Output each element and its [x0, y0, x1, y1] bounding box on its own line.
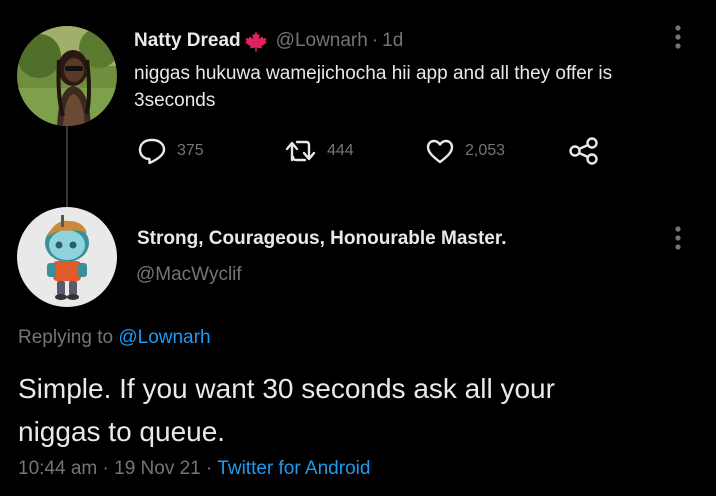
retweet-count: 444: [327, 142, 354, 159]
tweet-meta-line: 10:44 am · 19 Nov 21 · Twitter for Andro…: [18, 458, 370, 480]
parent-handle[interactable]: @Lownarh: [276, 30, 368, 52]
parent-tweet-text: niggas hukuwa wamejichocha hii app and a…: [134, 60, 704, 114]
reply-more-button[interactable]: [668, 223, 688, 253]
dot-separator: ·: [102, 458, 109, 479]
parent-display-name[interactable]: Natty Dread: [134, 30, 241, 52]
heart-icon: [426, 139, 454, 164]
replying-to-link[interactable]: @Lownarh: [118, 327, 210, 348]
parent-text-line: 3seconds: [134, 90, 216, 111]
tweet-date[interactable]: 19 Nov 21: [114, 458, 201, 479]
avatar-macwyclif[interactable]: [17, 207, 117, 307]
replying-to-line: Replying to @Lownarh: [18, 327, 211, 349]
tweet-time[interactable]: 10:44 am: [18, 458, 97, 479]
share-button[interactable]: [568, 136, 600, 166]
thread-connector-line: [66, 126, 68, 210]
reply-icon: [138, 138, 166, 165]
avatar-natty-dread[interactable]: [17, 26, 117, 126]
reply-button[interactable]: 375: [137, 136, 204, 166]
retweet-button[interactable]: 444: [285, 136, 354, 166]
share-icon: [569, 137, 598, 165]
retweet-icon: [285, 140, 316, 162]
parent-text-line: niggas hukuwa wamejichocha hii app and a…: [134, 63, 613, 84]
dot-separator: ·: [206, 458, 213, 479]
parent-more-button[interactable]: [668, 22, 688, 52]
parent-tweet-header: Natty Dread @Lownarh · 1d: [134, 27, 403, 55]
reply-count: 375: [177, 142, 204, 159]
reply-handle[interactable]: @MacWyclif: [136, 264, 242, 286]
parent-timestamp[interactable]: 1d: [382, 30, 403, 52]
tweet-source-link[interactable]: Twitter for Android: [217, 458, 370, 479]
like-count: 2,053: [465, 142, 506, 159]
like-button[interactable]: 2,053: [425, 136, 505, 166]
reply-text-line: niggas to queue.: [18, 416, 226, 447]
replying-prefix: Replying to: [18, 327, 114, 348]
reply-tweet-text: Simple. If you want 30 seconds ask all y…: [18, 367, 708, 453]
more-vertical-icon: [675, 226, 681, 250]
reply-display-name[interactable]: Strong, Courageous, Honourable Master.: [137, 228, 507, 250]
maple-leaf-icon: [244, 30, 268, 52]
dot-separator: ·: [371, 30, 379, 51]
reply-text-line: Simple. If you want 30 seconds ask all y…: [18, 373, 555, 404]
more-vertical-icon: [675, 25, 681, 49]
